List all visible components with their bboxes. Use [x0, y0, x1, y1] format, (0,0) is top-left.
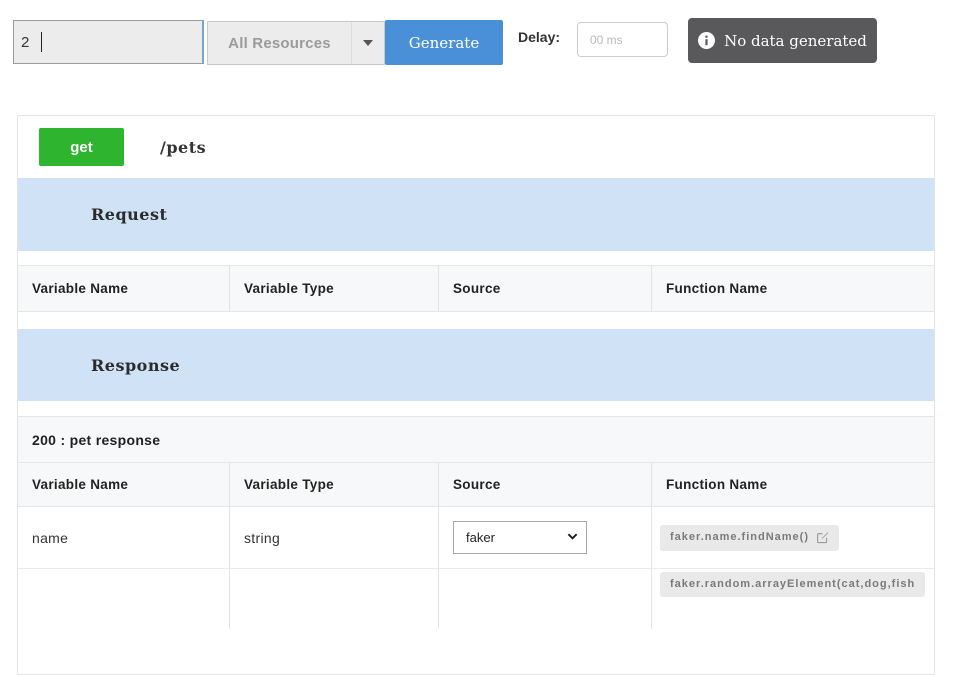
endpoint-header-row[interactable]: get /pets: [18, 116, 934, 178]
variable-name-cell: [18, 569, 229, 629]
column-header-variable-name: Variable Name: [18, 463, 229, 506]
resources-dropdown[interactable]: All Resources: [207, 21, 385, 65]
status-badge: No data generated: [688, 18, 877, 63]
source-select[interactable]: faker: [453, 521, 587, 554]
delay-input[interactable]: [577, 22, 668, 57]
count-input-wrap: [13, 20, 204, 64]
response-status-label: 200 : pet response: [32, 432, 160, 448]
resources-dropdown-arrow[interactable]: [351, 22, 384, 64]
column-header-variable-name: Variable Name: [18, 266, 229, 311]
text-caret: [41, 32, 42, 52]
column-header-function-name: Function Name: [651, 463, 934, 506]
endpoint-path: /pets: [160, 138, 206, 157]
resources-dropdown-label: All Resources: [208, 22, 351, 64]
method-badge[interactable]: get: [39, 128, 124, 166]
response-table-header: Variable Name Variable Type Source Funct…: [18, 463, 934, 507]
endpoint-panel: get /pets Request Variable Name Variable…: [17, 115, 935, 675]
table-row: faker.random.arrayElement(cat,dog,fish: [18, 569, 934, 629]
function-badge-label: faker.name.findName(): [670, 531, 809, 543]
variable-name-cell: name: [18, 507, 229, 568]
delay-label: Delay:: [518, 29, 560, 45]
source-cell: faker: [438, 507, 651, 568]
column-header-source: Source: [438, 463, 651, 506]
request-section-title: Request: [91, 205, 167, 224]
toolbar: All Resources Generate Delay: No data ge…: [0, 0, 955, 90]
column-header-variable-type: Variable Type: [229, 266, 438, 311]
source-cell: [438, 569, 651, 629]
function-name-cell: faker.name.findName(): [651, 507, 934, 568]
column-header-variable-type: Variable Type: [229, 463, 438, 506]
function-badge[interactable]: faker.random.arrayElement(cat,dog,fish: [660, 572, 925, 597]
generate-button[interactable]: Generate: [385, 20, 503, 65]
response-section-bar: Response: [18, 329, 934, 401]
response-section-title: Response: [91, 356, 180, 375]
function-badge-label: faker.random.arrayElement(cat,dog,fish: [670, 578, 915, 590]
variable-type-cell: string: [229, 507, 438, 568]
column-header-function-name: Function Name: [651, 266, 934, 311]
function-name-cell: faker.random.arrayElement(cat,dog,fish: [651, 569, 934, 629]
request-table-header: Variable Name Variable Type Source Funct…: [18, 265, 934, 312]
table-row: name string faker faker.name.findName(): [18, 507, 934, 569]
status-badge-label: No data generated: [724, 32, 867, 50]
edit-icon: [816, 531, 829, 544]
response-status-row: 200 : pet response: [18, 416, 934, 463]
request-section-bar: Request: [18, 178, 934, 251]
function-badge[interactable]: faker.name.findName(): [660, 525, 839, 551]
source-select-wrap: faker: [453, 521, 587, 554]
variable-type-cell: [229, 569, 438, 629]
caret-down-icon: [363, 40, 373, 46]
column-header-source: Source: [438, 266, 651, 311]
info-circle-icon: [698, 32, 715, 49]
